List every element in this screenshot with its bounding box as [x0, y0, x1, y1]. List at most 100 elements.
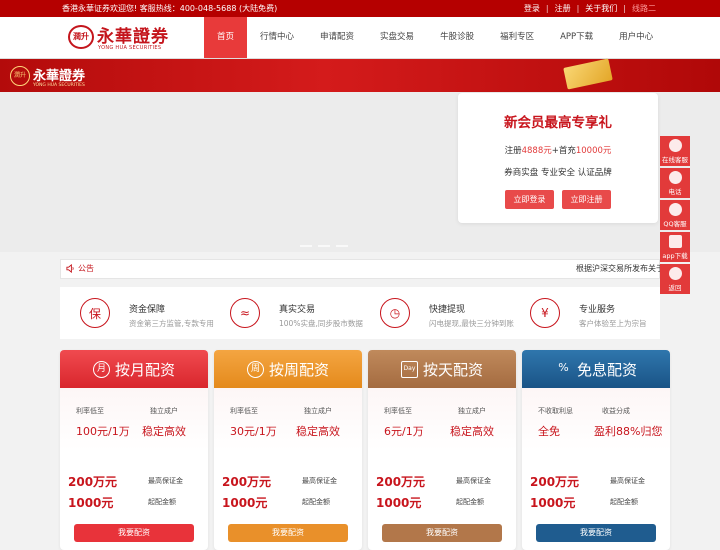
- notice-text[interactable]: 根据沪深交易所发布关于: [576, 260, 661, 278]
- promo-offer: 注册4888元+首充10000元: [458, 144, 658, 156]
- notice-bar: 公告 根据沪深交易所发布关于: [60, 259, 661, 279]
- notice-label: 公告: [78, 264, 94, 273]
- feature-desc: 资金第三方监管,专款专用: [129, 319, 214, 328]
- carousel-dot[interactable]: [300, 245, 312, 247]
- offer-text: +首充: [551, 146, 576, 156]
- offer-amount: 10000元: [575, 146, 612, 156]
- apply-button[interactable]: 我要配资: [74, 524, 194, 542]
- divider: |: [623, 4, 626, 13]
- divider: |: [545, 4, 549, 13]
- menu-item-home[interactable]: 首页: [204, 17, 248, 58]
- rate-value: 全免: [538, 425, 560, 438]
- side-app-download[interactable]: app下载: [660, 232, 690, 262]
- account-label: 独立成户: [458, 407, 486, 415]
- card-title: 按月配资: [114, 360, 175, 379]
- login-link[interactable]: 登录: [524, 0, 540, 17]
- feature-desc: 100%实盘,同步股市数据: [279, 319, 363, 328]
- card-header: 周按周配资: [214, 350, 362, 388]
- feature-title: 快捷提现: [429, 305, 466, 315]
- apply-button[interactable]: 我要配资: [382, 524, 502, 542]
- logo-text: 永華證券: [97, 27, 169, 47]
- rate-label: 利率低至: [76, 407, 104, 415]
- banner-logo: 潤升 永華證券 YONG HUA SECURITIES: [10, 66, 100, 90]
- rate-label: 不收取利息: [538, 407, 573, 415]
- menu-item-apply[interactable]: 申请配资: [307, 17, 367, 58]
- menu-item-trade[interactable]: 实盘交易: [367, 17, 427, 58]
- site-logo[interactable]: 潤升 永華證券 YONG HUA SECURITIES: [68, 22, 183, 52]
- max-deposit-label: 最高保证金: [456, 477, 491, 485]
- side-back-to-top[interactable]: 返回: [660, 264, 690, 294]
- card-header: 月按月配资: [60, 350, 208, 388]
- carousel-dot[interactable]: [336, 245, 348, 247]
- register-button[interactable]: 立即注册: [562, 190, 611, 209]
- phone-icon: [668, 171, 682, 184]
- service-icon: ¥: [530, 298, 560, 328]
- feature-desc: 客户体验至上为宗旨: [579, 319, 647, 328]
- min-amount-label: 起配金额: [148, 498, 176, 506]
- headset-icon: [668, 139, 682, 152]
- card-header: Day 按天配资: [368, 350, 516, 388]
- feature-item: ≈ 真实交易 100%实盘,同步股市数据: [210, 287, 363, 339]
- promo-panel: 新会员最高专享礼 注册4888元+首充10000元 券商实盘 专业安全 认证品牌…: [458, 93, 658, 223]
- card-rates: 利率低至 独立成户 30元/1万 稳定高效: [214, 388, 362, 450]
- card-title: 免息配资: [576, 360, 637, 379]
- wave-icon: ≈: [230, 298, 260, 328]
- banner-logo-text: 永華證券: [33, 69, 86, 84]
- card-title: 按周配资: [268, 360, 329, 379]
- features-strip: 保 资金保障 资金第三方监管,专款专用 ≈ 真实交易 100%实盘,同步股市数据…: [60, 287, 660, 339]
- feature-title: 真实交易: [279, 305, 316, 315]
- min-amount: 1000元: [376, 496, 422, 510]
- menu-item-diagnose[interactable]: 牛股诊股: [427, 17, 487, 58]
- side-label: app下载: [662, 252, 688, 260]
- account-label: 独立成户: [150, 407, 178, 415]
- carousel-dot[interactable]: [318, 245, 330, 247]
- side-label: 在线客服: [662, 156, 688, 164]
- account-value: 稳定高效: [296, 425, 340, 438]
- offer-text: 注册: [504, 146, 522, 156]
- promo-tags: 券商实盘 专业安全 认证品牌: [504, 168, 612, 178]
- side-qq[interactable]: QQ客服: [660, 200, 690, 230]
- apply-button[interactable]: 我要配资: [536, 524, 656, 542]
- line2-link[interactable]: 线路二: [632, 0, 656, 17]
- login-button[interactable]: 立即登录: [505, 190, 554, 209]
- account-value: 稳定高效: [142, 425, 186, 438]
- speaker-icon: [66, 264, 74, 273]
- min-amount: 1000元: [222, 496, 268, 510]
- menu: 首页 行情中心 申请配资 实盘交易 牛股诊股 福利专区 APP下载 用户中心: [204, 17, 666, 58]
- register-link[interactable]: 注册: [555, 0, 571, 17]
- max-deposit: 200万元: [530, 475, 580, 489]
- menu-item-market[interactable]: 行情中心: [247, 17, 307, 58]
- rate-label: 利率低至: [384, 407, 412, 415]
- feature-item: ¥ 专业服务 客户体验至上为宗旨: [510, 287, 660, 339]
- menu-item-welfare[interactable]: 福利专区: [487, 17, 547, 58]
- account-label: 独立成户: [304, 407, 332, 415]
- max-deposit-label: 最高保证金: [148, 477, 183, 485]
- side-toolbar: 在线客服 电话 QQ客服 app下载 返回: [660, 136, 690, 296]
- card-title: 按天配资: [422, 360, 483, 379]
- carousel-dots[interactable]: [300, 245, 348, 247]
- calendar-icon: 周: [246, 360, 264, 378]
- side-label: 返回: [668, 284, 682, 292]
- about-link[interactable]: 关于我们: [585, 0, 617, 17]
- top-links: 登录 | 注册 | 关于我们 | 线路二: [524, 0, 656, 17]
- divider: |: [576, 4, 580, 13]
- side-online-service[interactable]: 在线客服: [660, 136, 690, 166]
- min-amount-label: 起配金额: [456, 498, 484, 506]
- banner-logo-subtext: YONG HUA SECURITIES: [33, 83, 85, 88]
- qq-icon: [668, 203, 682, 216]
- feature-desc: 闪电提现,最快三分钟到账: [429, 319, 514, 328]
- apply-button[interactable]: 我要配资: [228, 524, 348, 542]
- card-header: % 免息配资: [522, 350, 670, 388]
- banner-logo-seal: 潤升: [10, 66, 30, 86]
- menu-item-app[interactable]: APP下载: [547, 17, 606, 58]
- side-label: QQ客服: [663, 220, 687, 228]
- menu-item-user[interactable]: 用户中心: [606, 17, 666, 58]
- side-phone[interactable]: 电话: [660, 168, 690, 198]
- max-deposit: 200万元: [376, 475, 426, 489]
- feature-title: 资金保障: [129, 305, 166, 315]
- min-amount: 1000元: [68, 496, 114, 510]
- max-deposit: 200万元: [222, 475, 272, 489]
- min-amount: 1000元: [530, 496, 576, 510]
- logo-subtext: YONG HUA SECURITIES: [98, 45, 162, 51]
- feature-item: ◷ 快捷提现 闪电提现,最快三分钟到账: [360, 287, 514, 339]
